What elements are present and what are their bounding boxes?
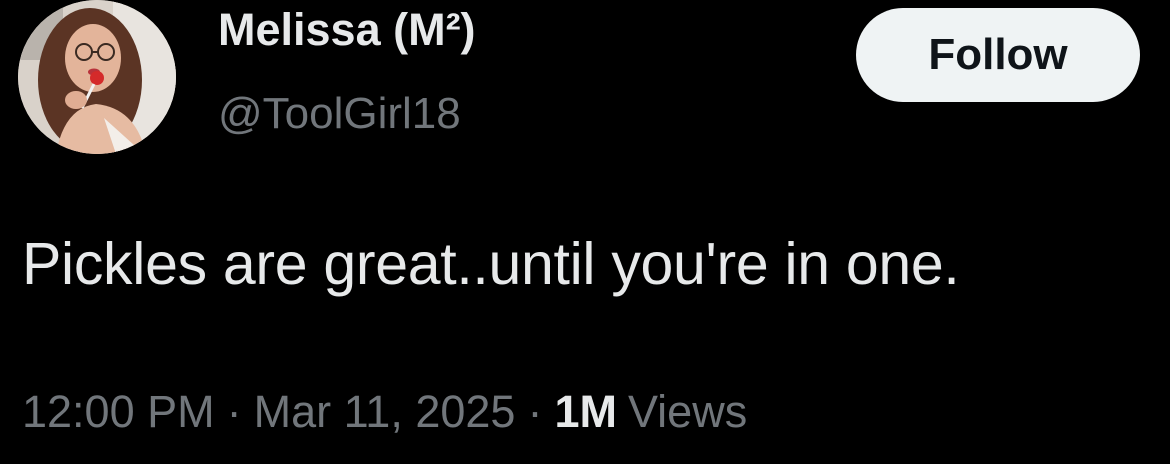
- tweet-date[interactable]: Mar 11, 2025: [254, 384, 516, 440]
- author-display-name[interactable]: Melissa (M²): [218, 4, 476, 56]
- tweet-meta: 12:00 PM · Mar 11, 2025 · 1M Views: [22, 384, 747, 440]
- tweet-card: Melissa (M²) @ToolGirl18 Follow Pickles …: [0, 0, 1170, 464]
- meta-separator: ·: [527, 386, 543, 437]
- meta-separator: ·: [226, 386, 242, 437]
- author-handle[interactable]: @ToolGirl18: [218, 89, 461, 139]
- tweet-time[interactable]: 12:00 PM: [22, 384, 215, 440]
- tweet-text: Pickles are great..until you're in one.: [22, 231, 960, 297]
- avatar-photo: [18, 0, 176, 154]
- views-count[interactable]: 1M: [554, 384, 617, 440]
- avatar[interactable]: [18, 0, 176, 154]
- views-label[interactable]: Views: [628, 384, 747, 440]
- follow-button[interactable]: Follow: [856, 8, 1140, 102]
